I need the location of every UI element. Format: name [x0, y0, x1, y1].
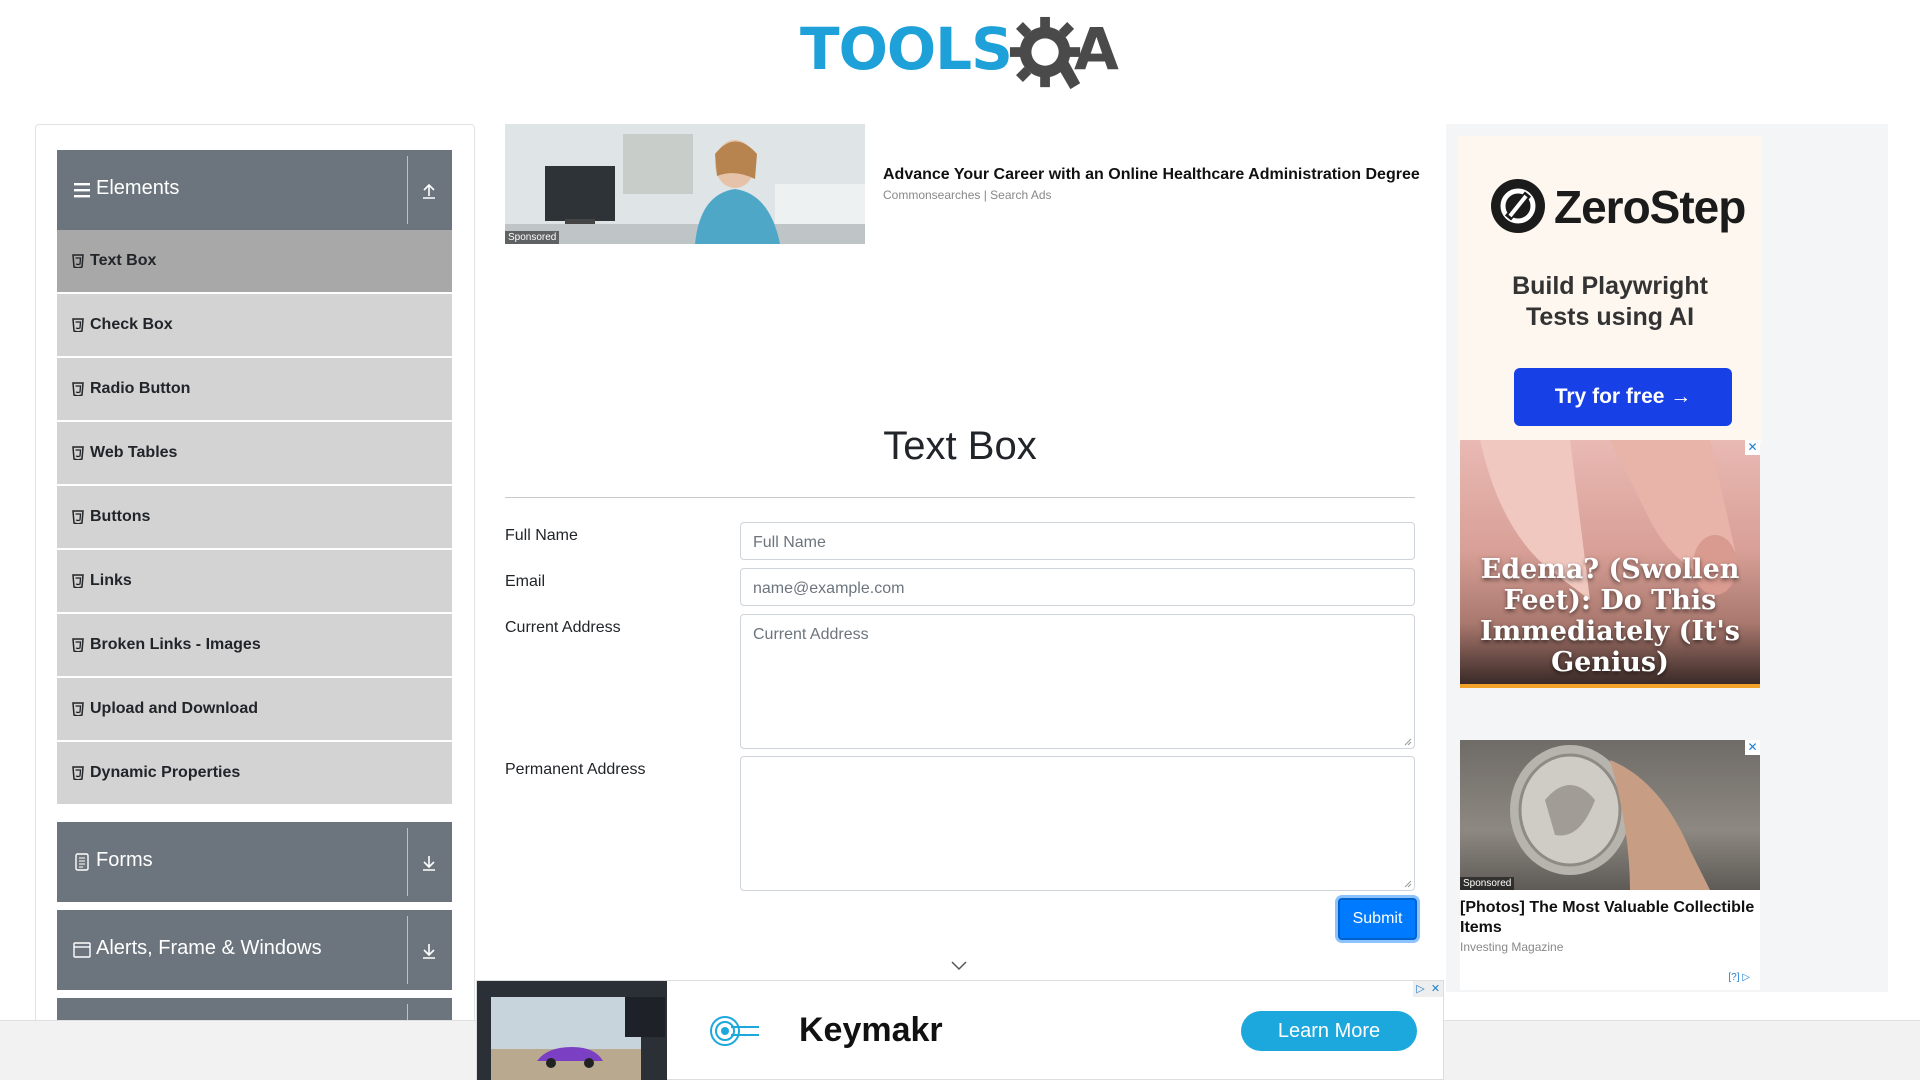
item-icon [72, 254, 84, 268]
sponsored-tag: Sponsored [1460, 877, 1515, 890]
email-label: Email [505, 573, 546, 590]
logo-text: TOOLS [800, 15, 1013, 83]
sidebar: Elements Text Box Check Box Radio Button… [35, 124, 475, 1044]
keymakr-ad[interactable]: Keymakr Learn More ▷ ✕ [476, 980, 1444, 1080]
sidebar-item-web-tables[interactable]: Web Tables [57, 422, 452, 484]
sidebar-item-radio-button[interactable]: Radio Button [57, 358, 452, 420]
group-elements[interactable]: Elements [57, 150, 452, 230]
right-ad-column: ZeroStep Build Playwright Tests using AI… [1446, 124, 1888, 992]
item-icon [72, 510, 84, 524]
adchoices-label: [?] [1728, 972, 1740, 983]
logo-suffix: A [1074, 15, 1119, 83]
divider [407, 916, 408, 984]
sidebar-item-check-box[interactable]: Check Box [57, 294, 452, 356]
ad-close-controls[interactable]: ▷ ✕ [1413, 981, 1443, 997]
sidebar-item-label: Broken Links - Images [90, 636, 261, 653]
close-icon[interactable]: ✕ [1428, 981, 1443, 997]
item-icon [72, 446, 84, 460]
close-icon[interactable]: ✕ [1745, 440, 1760, 455]
close-icon[interactable]: ✕ [1745, 740, 1760, 755]
coin-ad[interactable]: Sponsored ✕ [Photos] The Most Valuable C… [1460, 740, 1760, 990]
ad-image: Sponsored [505, 124, 865, 244]
sponsored-ad-top[interactable]: Sponsored Advance Your Career with an On… [505, 124, 1425, 246]
edema-ad[interactable]: Edema? (Swollen Feet): Do This Immediate… [1460, 440, 1760, 688]
sidebar-item-broken-links[interactable]: Broken Links - Images [57, 614, 452, 676]
divider [407, 156, 408, 224]
ad-source: Investing Magazine [1460, 940, 1564, 954]
arrow-down-icon[interactable] [419, 853, 439, 873]
item-icon [72, 766, 84, 780]
placeholder: Current Address [753, 626, 869, 643]
sidebar-item-buttons[interactable]: Buttons [57, 486, 452, 548]
keymakr-logo-icon [710, 1016, 759, 1046]
placeholder: Full Name [753, 534, 826, 551]
resize-grip-icon[interactable] [1404, 738, 1412, 746]
group-title: Alerts, Frame & Windows [96, 937, 322, 959]
group-alerts-frame-windows[interactable]: Alerts, Frame & Windows [57, 910, 452, 990]
group-title: Forms [96, 849, 153, 871]
learn-more-button[interactable]: Learn More [1241, 1011, 1417, 1051]
current-address-textarea[interactable]: Current Address [740, 614, 1415, 749]
ad-source: Commonsearches | Search Ads [883, 188, 1052, 202]
item-icon [72, 638, 84, 652]
tagline-line-1: Build Playwright [1512, 272, 1708, 300]
divider [505, 497, 1415, 498]
sidebar-item-upload-download[interactable]: Upload and Download [57, 678, 452, 740]
full-name-label: Full Name [505, 527, 578, 544]
tagline-line-2: Tests using AI [1525, 303, 1695, 331]
sidebar-item-label: Links [90, 572, 132, 589]
document-icon [75, 853, 89, 871]
chevron-down-icon[interactable] [950, 960, 968, 972]
item-icon [72, 318, 84, 332]
resize-grip-icon[interactable] [1404, 880, 1412, 888]
sidebar-item-dynamic-properties[interactable]: Dynamic Properties [57, 742, 452, 804]
group-title: Elements [96, 177, 180, 199]
edema-ad-text: Edema? (Swollen Feet): Do This Immediate… [1480, 554, 1740, 678]
sidebar-item-links[interactable]: Links [57, 550, 452, 612]
divider [407, 828, 408, 896]
full-name-input[interactable]: Full Name [740, 522, 1415, 560]
ad-image: Sponsored [1460, 740, 1760, 890]
arrow-down-icon[interactable] [419, 941, 439, 961]
sidebar-item-label: Radio Button [90, 380, 191, 397]
hamburger-icon [74, 183, 90, 198]
sidebar-item-label: Dynamic Properties [90, 764, 241, 781]
zerostep-ad[interactable]: ZeroStep Build Playwright Tests using AI… [1458, 136, 1762, 444]
current-address-label: Current Address [505, 619, 621, 636]
sidebar-item-label: Text Box [90, 252, 157, 269]
window-icon [73, 942, 91, 958]
adchoices-icon[interactable]: ▷ [1413, 981, 1428, 997]
arrow-up-icon[interactable] [419, 181, 439, 201]
item-icon [72, 702, 84, 716]
zerostep-brand: ZeroStep [1554, 181, 1746, 233]
sponsored-tag: Sponsored [505, 231, 560, 244]
permanent-address-label: Permanent Address [505, 761, 646, 778]
try-for-free-button[interactable]: Try for free → [1514, 368, 1732, 426]
item-icon [72, 382, 84, 396]
ad-title[interactable]: Advance Your Career with an Online Healt… [883, 166, 1420, 184]
ad-image [477, 981, 667, 1080]
zerostep-logo-icon [1491, 179, 1545, 233]
sidebar-item-label: Upload and Download [90, 700, 258, 717]
keymakr-brand: Keymakr [799, 1011, 943, 1049]
email-input[interactable]: name@example.com [740, 568, 1415, 606]
toolsqa-logo[interactable]: TOOLS A [800, 15, 1125, 90]
adchoices-icon[interactable]: [?] ▷ [1728, 972, 1750, 983]
page-title: Text Box [883, 424, 1037, 468]
sidebar-item-label: Buttons [90, 508, 151, 525]
sidebar-item-text-box[interactable]: Text Box [57, 230, 452, 292]
sidebar-item-label: Web Tables [90, 444, 178, 461]
permanent-address-textarea[interactable] [740, 756, 1415, 891]
header: TOOLS A [0, 0, 1920, 100]
sidebar-item-label: Check Box [90, 316, 173, 333]
group-forms[interactable]: Forms [57, 822, 452, 902]
zerostep-tagline: Build Playwright Tests using AI [1458, 271, 1762, 333]
placeholder: name@example.com [753, 580, 905, 597]
ad-title[interactable]: [Photos] The Most Valuable Collectible I… [1460, 898, 1760, 938]
submit-button[interactable]: Submit [1338, 898, 1417, 940]
item-icon [72, 574, 84, 588]
